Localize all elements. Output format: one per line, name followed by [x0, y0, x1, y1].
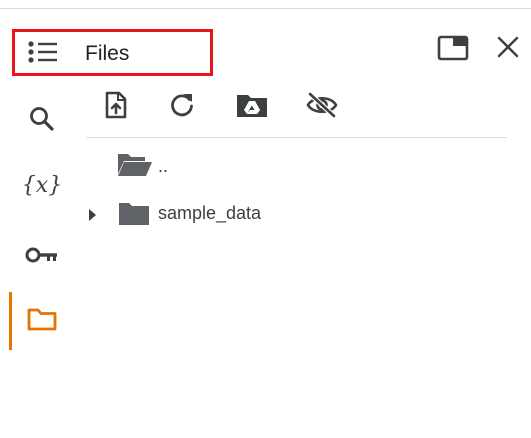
- sidebar-item-search[interactable]: [18, 99, 66, 143]
- drive-folder-icon: [235, 91, 269, 124]
- eye-off-icon: [305, 91, 339, 124]
- sidebar-item-files[interactable]: [18, 299, 66, 343]
- refresh-icon: [168, 91, 196, 124]
- close-icon[interactable]: [496, 35, 520, 59]
- files-panel: Files {x} .. sample_data: [0, 0, 531, 438]
- panel-title: Files: [85, 42, 130, 65]
- folder-icon: [117, 199, 151, 227]
- sidebar-item-variables[interactable]: {x}: [18, 163, 66, 207]
- table-of-contents-icon[interactable]: [28, 41, 58, 63]
- tree-item-sample-data[interactable]: sample_data: [86, 199, 261, 227]
- top-divider: [0, 8, 531, 9]
- hide-files-button[interactable]: [305, 91, 339, 124]
- open-in-tab-icon[interactable]: [437, 35, 469, 61]
- variables-icon: {x}: [21, 172, 63, 198]
- search-icon: [28, 105, 56, 138]
- expand-arrow-icon[interactable]: [86, 206, 100, 221]
- tree-item-label: sample_data: [158, 203, 262, 223]
- toolbar-divider: [86, 137, 507, 138]
- open-folder-icon: [116, 150, 154, 178]
- upload-file-button[interactable]: [101, 91, 131, 124]
- upload-file-icon: [103, 91, 129, 124]
- parent-directory-row[interactable]: ..: [116, 150, 168, 178]
- folder-icon: [26, 306, 58, 337]
- refresh-button[interactable]: [167, 92, 197, 122]
- sidebar-item-secrets[interactable]: [18, 235, 66, 279]
- parent-directory-label: ..: [158, 156, 169, 176]
- active-indicator: [9, 292, 12, 350]
- mount-drive-button[interactable]: [237, 92, 267, 122]
- key-icon: [25, 245, 59, 270]
